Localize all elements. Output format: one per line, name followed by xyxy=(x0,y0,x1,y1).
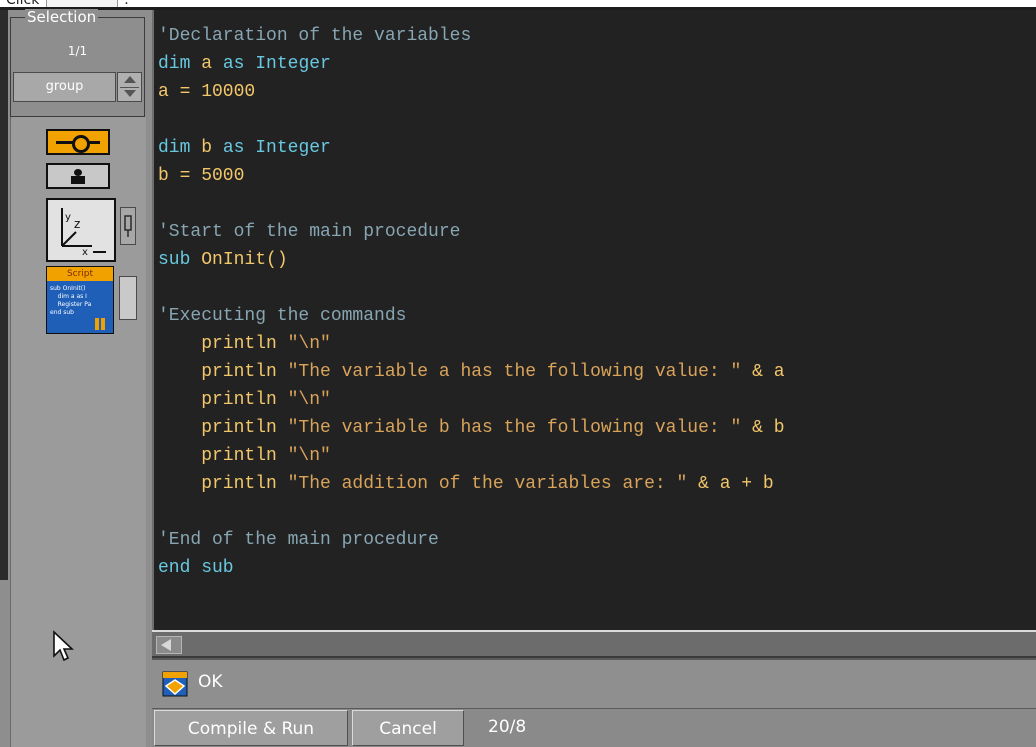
code-token: println xyxy=(158,390,288,410)
code-line[interactable]: println "\n" xyxy=(158,386,331,414)
spinner-up-icon[interactable] xyxy=(124,76,136,83)
person-button[interactable] xyxy=(46,163,110,189)
link-toggle-button[interactable] xyxy=(46,129,110,155)
code-token: "\n" xyxy=(287,334,331,354)
code-token: "The variable b has the following value:… xyxy=(287,418,742,438)
mouse-cursor-icon xyxy=(53,630,74,662)
code-token: as Integer xyxy=(212,54,331,74)
code-token: & b xyxy=(741,418,785,438)
code-token: 'Start of the main procedure xyxy=(158,222,461,242)
code-editor[interactable]: 'Declaration of the variables dim a as In… xyxy=(152,10,1036,630)
person-icon xyxy=(74,169,82,176)
code-line[interactable]: println "\n" xyxy=(158,442,331,470)
code-line[interactable]: println "The variable a has the followin… xyxy=(158,358,785,386)
code-token: 'Executing the commands xyxy=(158,306,407,326)
code-token: dim xyxy=(158,54,202,74)
code-token: dim xyxy=(158,138,202,158)
code-line[interactable]: 'Executing the commands xyxy=(158,302,406,330)
code-line[interactable]: println "The addition of the variables a… xyxy=(158,470,774,498)
left-edge-bar xyxy=(0,10,8,580)
code-line[interactable]: sub OnInit() xyxy=(158,246,288,274)
axis-xyz-icon: y z x xyxy=(61,208,106,258)
horizontal-scrollbar[interactable] xyxy=(152,630,1036,658)
script-side-toggle[interactable] xyxy=(119,276,137,320)
code-token: b xyxy=(201,138,213,158)
code-line[interactable]: a = 10000 xyxy=(158,78,255,106)
link-toggle-circle-icon xyxy=(72,135,90,153)
pause-icon xyxy=(95,315,107,330)
code-token: 'End of the main procedure xyxy=(158,530,439,550)
person-body-icon xyxy=(71,176,85,184)
status-message: OK xyxy=(198,672,223,692)
code-token: "\n" xyxy=(287,446,331,466)
cancel-button[interactable]: Cancel xyxy=(352,710,464,746)
group-selector[interactable]: group xyxy=(13,72,116,102)
code-token: println xyxy=(158,446,288,466)
code-line[interactable]: dim b as Integer xyxy=(158,134,331,162)
pin-icon xyxy=(124,215,132,237)
code-token: end sub xyxy=(158,558,234,578)
code-line[interactable]: 'End of the main procedure xyxy=(158,526,439,554)
code-line[interactable]: dim a as Integer xyxy=(158,50,331,78)
code-line[interactable]: 'Start of the main procedure xyxy=(158,218,460,246)
code-token: println xyxy=(158,474,288,494)
code-token: 'Declaration of the variables xyxy=(158,26,472,46)
scroll-left-icon[interactable] xyxy=(161,639,171,651)
code-line[interactable]: 'Declaration of the variables xyxy=(158,22,471,50)
script-status-icon xyxy=(162,671,188,697)
compile-run-button[interactable]: Compile & Run xyxy=(154,710,348,746)
code-token: sub xyxy=(158,250,202,270)
selection-count: 1/1 xyxy=(67,44,88,58)
spinner-divider xyxy=(120,87,139,88)
code-token: & a xyxy=(741,362,785,382)
axis-transform-button[interactable]: y z x xyxy=(46,198,116,262)
code-token: as Integer xyxy=(212,138,331,158)
code-token: "The variable a has the following value:… xyxy=(287,362,742,382)
code-line[interactable]: end sub xyxy=(158,554,234,582)
code-token: a xyxy=(201,54,213,74)
svg-text:y: y xyxy=(65,212,71,223)
code-token: & a + b xyxy=(687,474,774,494)
code-token: a = 10000 xyxy=(158,82,256,102)
svg-text:z: z xyxy=(74,217,80,231)
code-token: println xyxy=(158,418,288,438)
lock-icon[interactable] xyxy=(120,207,136,245)
script-plugin-card[interactable]: Script sub OnInit() dim a as I Register … xyxy=(46,266,114,334)
code-token: "The addition of the variables are: " xyxy=(287,474,688,494)
selection-group: Selection 1/1 xyxy=(10,9,145,117)
compile-status-bar: OK xyxy=(152,658,1036,708)
script-preview-text: sub OnInit() dim a as I Register Pa end … xyxy=(50,285,92,316)
svg-text:x: x xyxy=(82,247,88,258)
group-spinner[interactable] xyxy=(117,72,142,102)
code-token: b = 5000 xyxy=(158,166,245,186)
cursor-position: 20/8 xyxy=(488,717,527,737)
editor-footer: Compile & Run Cancel 20/8 xyxy=(152,708,1036,747)
script-tab-label: Script xyxy=(47,267,113,281)
code-token: OnInit() xyxy=(201,250,288,270)
code-line[interactable]: println "\n" xyxy=(158,330,331,358)
spinner-down-icon[interactable] xyxy=(124,90,136,97)
code-token: println xyxy=(158,362,288,382)
selection-title: Selection xyxy=(25,8,99,26)
code-token: println xyxy=(158,334,288,354)
code-line[interactable]: println "The variable b has the followin… xyxy=(158,414,785,442)
code-token: "\n" xyxy=(287,390,331,410)
code-line[interactable]: b = 5000 xyxy=(158,162,244,190)
